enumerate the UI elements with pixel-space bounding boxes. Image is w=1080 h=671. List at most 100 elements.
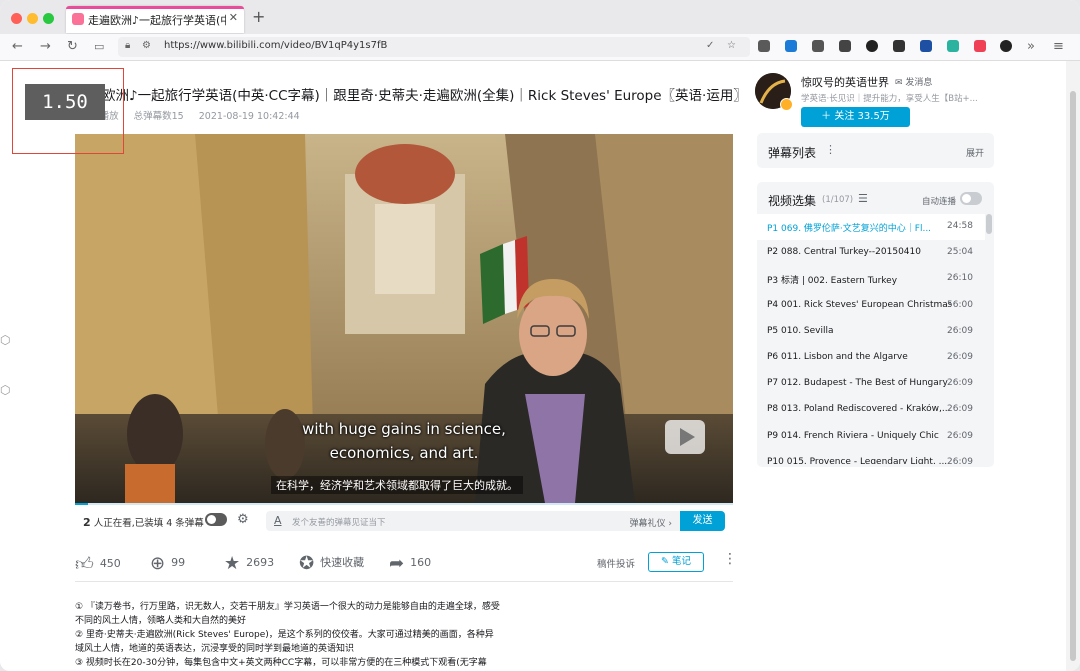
browser-tab-active[interactable]: 走遍欧洲♪一起旅行学英语(中英·CC ✕ xyxy=(66,6,244,33)
back-button[interactable]: ← xyxy=(12,39,23,55)
font-style-icon[interactable]: A xyxy=(274,514,282,527)
send-danmaku-button[interactable]: 发送 xyxy=(680,511,725,531)
danmaku-toggle[interactable] xyxy=(205,513,227,526)
extension-icon-6[interactable] xyxy=(893,40,905,52)
description-line-2: ② 里奇·史蒂夫·走遍欧洲(Rick Steves' Europe)，是这个系列… xyxy=(75,630,494,654)
episode-item[interactable]: P10 015. Provence - Legendary Light, ...… xyxy=(757,450,985,464)
like-button[interactable]: 👍︎ 450 xyxy=(75,553,121,575)
extension-icon-1[interactable] xyxy=(758,40,770,52)
close-window-button[interactable] xyxy=(11,13,22,24)
video-actions: 👍︎ 450 ⊕ 99 ★ 2693 ✪ 快速收藏 ➦ 160 稿件投诉 ✎ 笔记 ⋮ xyxy=(75,549,737,577)
share-count: 160 xyxy=(410,556,432,569)
rocket-icon[interactable] xyxy=(839,40,851,52)
screenshot-icon[interactable] xyxy=(812,40,824,52)
episode-item[interactable]: P2 088. Central Turkey--20150410 25:04 xyxy=(757,240,985,266)
reload-button[interactable]: ↻ xyxy=(67,39,78,55)
episode-duration: 24:58 xyxy=(947,221,973,231)
url-text[interactable]: https://www.bilibili.com/video/BV1qP4y1s… xyxy=(164,40,387,51)
download-icon[interactable] xyxy=(785,40,797,52)
quick-favorite-button[interactable]: ✪ 快速收藏 xyxy=(299,553,364,574)
pocket-icon[interactable] xyxy=(974,40,986,52)
episode-item[interactable]: P8 013. Poland Rediscovered - Kraków,...… xyxy=(757,397,985,423)
episode-item[interactable]: P7 012. Budapest - The Best of Hungary 26… xyxy=(757,371,985,397)
bookmark-star-icon[interactable]: ☆ xyxy=(727,40,736,51)
video-player[interactable]: with huge gains in science, economics, a… xyxy=(75,134,733,503)
page-scrollbar-thumb[interactable] xyxy=(1070,91,1076,661)
episode-item[interactable]: P3 标清 | 002. Eastern Turkey 26:10 xyxy=(757,266,985,292)
coin-button[interactable]: ⊕ 99 xyxy=(150,553,185,574)
episode-duration: 25:04 xyxy=(947,247,973,258)
episode-duration: 26:09 xyxy=(947,404,973,415)
browser-window: 走遍欧洲♪一起旅行学英语(中英·CC ✕ + ← → ↻ ▭ 🔒︎ ⚙︎ htt… xyxy=(0,0,1080,671)
share-button[interactable]: ➦ 160 xyxy=(389,553,431,574)
report-link[interactable]: 稿件投诉 xyxy=(597,556,635,570)
new-tab-button[interactable]: + xyxy=(252,9,265,25)
save-icon[interactable] xyxy=(947,40,959,52)
star-icon: ★ xyxy=(224,553,241,574)
minimize-window-button[interactable] xyxy=(27,13,38,24)
viewer-text: 人正在看,已装填 4 条弹幕 xyxy=(93,518,204,529)
danmaku-input[interactable]: A 发个友善的弹幕见证当下 弹幕礼仪 › xyxy=(266,511,680,531)
note-button[interactable]: ✎ 笔记 xyxy=(648,552,704,572)
panda-icon[interactable] xyxy=(1000,40,1012,52)
episode-duration: 26:09 xyxy=(947,378,973,389)
episode-title: P6 011. Lisbon and the Algarve xyxy=(767,351,908,362)
episode-duration: 26:09 xyxy=(947,430,973,441)
episode-duration: 26:09 xyxy=(947,351,973,362)
uploader-name[interactable]: 惊叹号的英语世界 xyxy=(801,74,889,90)
side-hex-icon-2[interactable]: ⬡ xyxy=(0,383,10,397)
playlist-title: 视频选集 xyxy=(768,194,817,208)
more-options-icon[interactable]: ⋮ xyxy=(723,551,737,567)
divider xyxy=(75,581,733,582)
episode-list: P1 069. 佛罗伦萨·文艺复兴的中心｜Fl... 24:58 P2 088. C… xyxy=(757,214,985,464)
playlist-list-icon[interactable]: ☰ xyxy=(858,192,868,205)
danmaku-list-panel[interactable]: 弹幕列表 ⋮ 展开 xyxy=(757,133,994,168)
episode-item[interactable]: P6 011. Lisbon and the Algarve 26:09 xyxy=(757,345,985,371)
overflow-chevron-icon[interactable]: » xyxy=(1027,39,1035,55)
episode-title: P2 088. Central Turkey--20150410 xyxy=(767,247,921,258)
menu-icon[interactable]: ≡ xyxy=(1053,39,1064,55)
episode-item[interactable]: P1 069. 佛罗伦萨·文艺复兴的中心｜Fl... 24:58 xyxy=(757,214,985,241)
follow-button[interactable]: ＋ 关注 33.5万 xyxy=(801,107,910,127)
permissions-icon[interactable]: ⚙︎ xyxy=(142,40,151,51)
episode-list-scrollbar[interactable] xyxy=(986,214,992,234)
episode-item[interactable]: P9 014. French Riviera - Uniquely Chic 26… xyxy=(757,424,985,450)
danmaku-list-menu-icon[interactable]: ⋮ xyxy=(825,143,836,156)
extension-circle-icon[interactable] xyxy=(866,40,878,52)
subtitle-chinese: 在科学，经济学和艺术领域都取得了巨大的成就。 xyxy=(271,476,523,494)
video-title: 走遍欧洲♪一起旅行学英语(中英·CC字幕)｜跟里奇·史蒂夫·走遍欧洲(全集)｜R… xyxy=(75,88,747,104)
danmaku-list-expand[interactable]: 展开 xyxy=(966,146,984,159)
episode-item[interactable]: P5 010. Sevilla 26:09 xyxy=(757,319,985,345)
side-hex-icon-1[interactable]: ⬡ xyxy=(0,333,10,347)
description-line-3: ③ 视频时长在20-30分钟，每集包含中文+英文两种CC字幕，可以非常方便的在三… xyxy=(75,658,487,669)
autoplay-label: 自动连播 xyxy=(922,197,957,207)
episode-item[interactable]: P4 001. Rick Steves' European Christmas 5… xyxy=(757,293,985,319)
favorite-button[interactable]: ★ 2693 xyxy=(224,553,274,574)
danmaku-etiquette-link[interactable]: 弹幕礼仪 › xyxy=(630,516,672,529)
episode-title: P1 069. 佛罗伦萨·文艺复兴的中心｜Fl... xyxy=(767,224,932,234)
sidebar-toggle-icon[interactable]: ▭ xyxy=(94,39,104,55)
episode-title: P7 012. Budapest - The Best of Hungary xyxy=(767,378,948,389)
viewer-count: 2 人正在看,已装填 4 条弹幕 xyxy=(83,515,204,529)
page-scrollbar[interactable] xyxy=(1066,61,1080,671)
uploader-bio: 学英语·长见识｜提升能力，享受人生【B站+... xyxy=(801,94,978,104)
tab-close-icon[interactable]: ✕ xyxy=(229,11,238,24)
pocket-check-icon[interactable]: ✓ xyxy=(706,40,714,51)
forward-button[interactable]: → xyxy=(40,39,51,55)
bitwarden-icon[interactable] xyxy=(920,40,932,52)
mail-icon: ✉ xyxy=(895,78,906,88)
maximize-window-button[interactable] xyxy=(43,13,54,24)
address-bar[interactable]: 🔒︎ ⚙︎ https://www.bilibili.com/video/BV1… xyxy=(118,37,750,57)
lock-icon: 🔒︎ xyxy=(125,40,131,51)
plus-icon: ＋ xyxy=(821,111,835,122)
danmaku-bar: 2 人正在看,已装填 4 条弹幕 ⚙︎ A 发个友善的弹幕见证当下 弹幕礼仪 ›… xyxy=(75,509,733,535)
episode-title: P9 014. French Riviera - Uniquely Chic xyxy=(767,430,939,441)
danmaku-settings-icon[interactable]: ⚙︎ xyxy=(237,512,249,527)
send-message-link[interactable]: ✉ 发消息 xyxy=(895,75,932,88)
playback-speed-badge: 1.50 xyxy=(25,84,105,120)
bilibili-favicon-icon xyxy=(72,13,84,25)
verified-badge-icon xyxy=(780,98,793,111)
subtitle-english-line-2: economics, and art. xyxy=(329,444,479,462)
video-progress-bar[interactable] xyxy=(75,503,733,505)
autoplay-toggle[interactable] xyxy=(960,192,982,205)
